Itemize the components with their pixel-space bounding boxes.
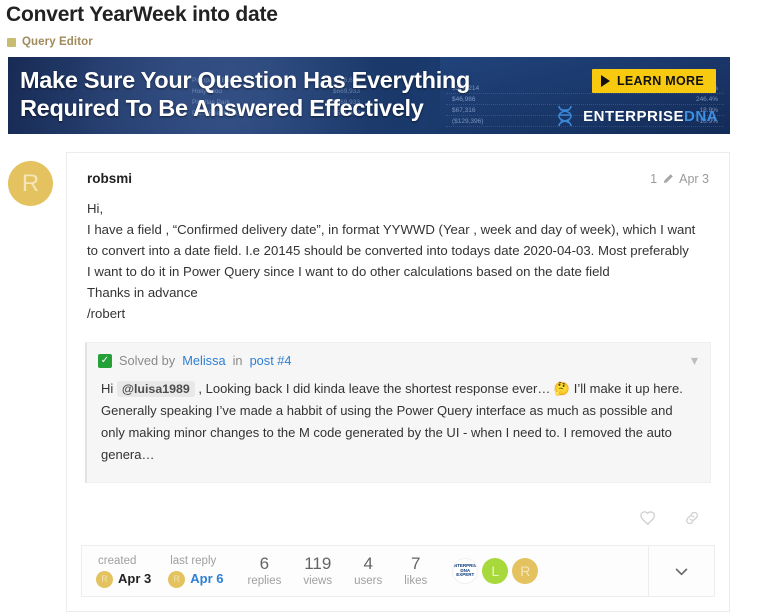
banner-headline: Make Sure Your Question Has Everything R… [20, 66, 470, 122]
promo-banner[interactable]: Pompano Beach $626,618 Hollywood $669,933 … [8, 57, 730, 134]
stat-last-reply: last reply R Apr 6 [164, 554, 236, 588]
expert-badge-text: ENTERPRISE DNA EXPERT [452, 562, 479, 578]
participant-avatar[interactable]: R [512, 558, 539, 584]
post-body-line: Thanks in advance [87, 285, 198, 300]
replies-count: 6 [259, 554, 270, 574]
created-row: R Apr 3 [96, 570, 152, 588]
participant-avatars: ENTERPRISE DNA EXPERT L R [438, 558, 539, 584]
post-body-line: I have a field , “Confirmed delivery dat… [87, 222, 696, 237]
expand-topic-button[interactable] [648, 546, 714, 596]
mention-chip[interactable]: @luisa1989 [116, 381, 195, 397]
quote-line: genera… [101, 447, 155, 462]
participant-avatar[interactable]: L [482, 558, 509, 584]
solved-middle: in [232, 353, 243, 368]
quote-pre: Hi [101, 381, 117, 396]
views-count: 119 [304, 554, 332, 574]
banner-brand: ENTERPRISEDNA [553, 104, 718, 128]
likes-label: likes [404, 575, 428, 588]
users-label: users [354, 575, 383, 588]
post-actions [67, 483, 729, 539]
solved-header[interactable]: ✓ Solved by Melissa in post #4 ▾ [87, 343, 710, 376]
stat-likes[interactable]: 7 likes [393, 553, 438, 589]
brand-primary: ENTERPRISE [583, 107, 684, 125]
page-root: Convert YearWeek into date Query Editor … [0, 0, 783, 612]
stat-users[interactable]: 4 users [343, 553, 393, 589]
chevron-down-icon[interactable]: ▾ [691, 352, 698, 369]
last-reply-row: R Apr 6 [168, 570, 223, 588]
post-body-line: Hi, [87, 201, 104, 216]
pencil-icon[interactable] [662, 173, 674, 185]
post-body-line: to convert into a date field. I.e 20145 … [87, 243, 689, 258]
solved-quote-text: Hi @luisa1989 , Looking back I did kinda… [87, 376, 710, 482]
solved-header-left: ✓ Solved by Melissa in post #4 [98, 353, 292, 368]
category-label[interactable]: Query Editor [22, 36, 93, 48]
users-count: 4 [363, 554, 373, 574]
created-avatar[interactable]: R [96, 570, 113, 588]
learn-more-label: LEARN MORE [616, 74, 704, 88]
post-body-line: /robert [87, 306, 126, 321]
quote-line: Generally speaking I’ve made a habbit of… [101, 403, 673, 418]
stat-replies[interactable]: 6 replies [236, 553, 292, 589]
post-card: robsmi 1 Apr 3 Hi, I have a field , “Con… [66, 152, 730, 612]
category-color-swatch [7, 37, 16, 47]
avatar[interactable]: R [8, 161, 53, 206]
last-reply-date[interactable]: Apr 6 [190, 571, 223, 587]
replies-label: replies [247, 575, 282, 588]
participant-avatar-expert-badge[interactable]: ENTERPRISE DNA EXPERT [452, 558, 479, 584]
post-body-line: I want to do it in Power Query since I w… [87, 264, 610, 279]
topic-stats: created R Apr 3 last reply R Apr 6 6 rep [82, 546, 648, 596]
solved-post-link[interactable]: post #4 [250, 353, 292, 368]
post-number: 1 [650, 172, 658, 186]
created-label: created [98, 555, 137, 568]
link-icon[interactable] [683, 509, 701, 527]
post-header: robsmi 1 Apr 3 [67, 153, 729, 186]
chevron-down-icon [675, 568, 688, 575]
category-breadcrumb[interactable]: Query Editor [7, 36, 93, 48]
quote-line: only making minor changes to the M code … [101, 425, 672, 440]
page-title: Convert YearWeek into date [6, 3, 278, 26]
likes-count: 7 [411, 554, 421, 574]
created-date: Apr 3 [118, 571, 152, 587]
solved-prefix: Solved by [119, 353, 176, 368]
brand-secondary: DNA [684, 107, 718, 125]
solver-link[interactable]: Melissa [182, 353, 225, 368]
stat-created: created R Apr 3 [92, 554, 164, 588]
quote-line: Hi @luisa1989 , Looking back I did kinda… [101, 378, 696, 400]
stat-views[interactable]: 119 views [292, 553, 343, 589]
play-triangle-icon [600, 75, 610, 87]
learn-more-button[interactable]: LEARN MORE [591, 69, 716, 93]
last-reply-label: last reply [170, 555, 217, 568]
topic-stats-bar: created R Apr 3 last reply R Apr 6 6 rep [81, 545, 715, 597]
post-body: Hi, I have a field , “Confirmed delivery… [67, 186, 729, 324]
post-author[interactable]: robsmi [87, 171, 132, 186]
views-label: views [303, 575, 333, 588]
quote-post: , Looking back I did kinda leave the sho… [194, 381, 683, 396]
post-date: Apr 3 [679, 172, 709, 186]
check-icon: ✓ [98, 353, 112, 368]
last-reply-avatar[interactable]: R [168, 570, 186, 588]
dna-helix-icon [558, 105, 572, 127]
banner-headline-line1: Make Sure Your Question Has Everything [20, 67, 471, 93]
heart-icon[interactable] [639, 509, 657, 527]
post-meta: 1 Apr 3 [650, 172, 709, 186]
solved-quote-box: ✓ Solved by Melissa in post #4 ▾ Hi @lui… [85, 342, 711, 483]
brand-wordmark: ENTERPRISEDNA [583, 108, 718, 125]
banner-kpi-pct: 246.4% [695, 95, 718, 103]
banner-headline-line2: Required To Be Answered Effectively [20, 95, 424, 121]
